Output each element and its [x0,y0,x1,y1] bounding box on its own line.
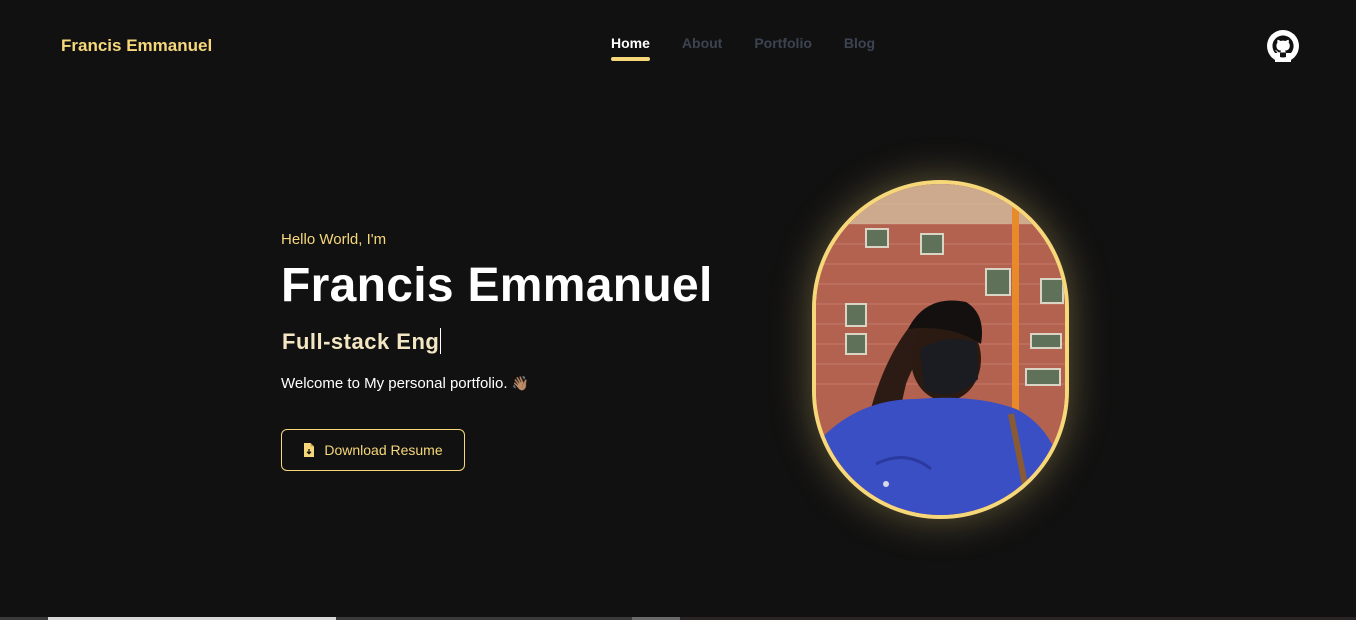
role-text: Full-stack Eng [282,329,440,354]
main-nav: Home About Portfolio Blog [611,35,875,61]
hero-role-typewriter: Full-stack Eng [282,328,442,355]
hero-greeting: Hello World, I'm [281,231,387,248]
wave-emoji: 👋🏽 [511,375,529,391]
download-resume-button[interactable]: Download Resume [281,429,465,471]
github-icon[interactable] [1267,30,1299,62]
nav-portfolio[interactable]: Portfolio [754,35,812,61]
typing-caret [440,328,442,354]
resume-button-label: Download Resume [324,442,443,458]
hero-welcome: Welcome to My personal portfolio. 👋🏽 [281,375,529,392]
hero-name: Francis Emmanuel [281,259,713,312]
file-download-icon [303,443,315,457]
nav-home[interactable]: Home [611,35,650,61]
brand-logo[interactable]: Francis Emmanuel [61,36,212,56]
nav-about[interactable]: About [682,35,722,61]
nav-blog[interactable]: Blog [844,35,875,61]
welcome-text: Welcome to My personal portfolio. [281,375,508,392]
profile-photo [812,180,1069,519]
